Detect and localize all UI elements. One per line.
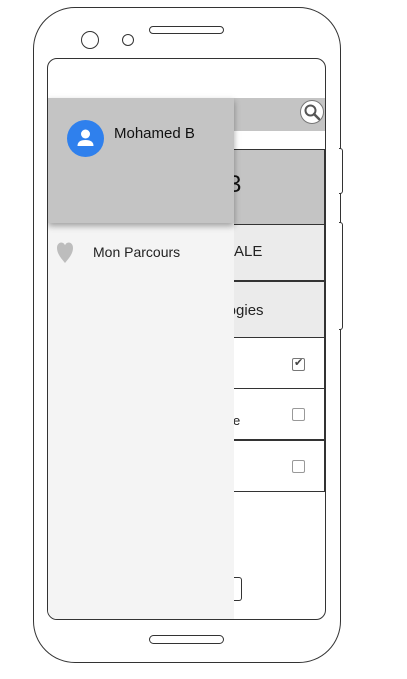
navigation-drawer: Mohamed B Mon Parcours: [48, 98, 234, 619]
checkbox[interactable]: [292, 460, 305, 473]
checkbox[interactable]: [292, 408, 305, 421]
volume-button: [339, 148, 343, 194]
front-camera: [81, 31, 99, 49]
heart-icon: [57, 242, 73, 263]
search-button[interactable]: [300, 100, 324, 124]
drawer-item-mon-parcours[interactable]: Mon Parcours: [48, 238, 234, 270]
earpiece-speaker: [149, 26, 224, 34]
drawer-item-label: Mon Parcours: [93, 244, 181, 260]
checkbox-checked[interactable]: [292, 356, 305, 371]
power-button: [339, 222, 343, 330]
home-indicator[interactable]: [149, 635, 224, 644]
phone-screen: 3 ALE ologies e : Mohamed B Mon Parcours: [47, 58, 326, 620]
user-name: Mohamed B: [114, 125, 195, 142]
search-icon: [304, 104, 321, 121]
person-icon: [77, 129, 94, 146]
checklist-row-label: e: [233, 413, 241, 428]
drawer-header: Mohamed B: [48, 98, 234, 223]
avatar[interactable]: [67, 120, 104, 157]
proximity-sensor: [122, 34, 134, 46]
section-row-label: ALE: [234, 243, 263, 260]
